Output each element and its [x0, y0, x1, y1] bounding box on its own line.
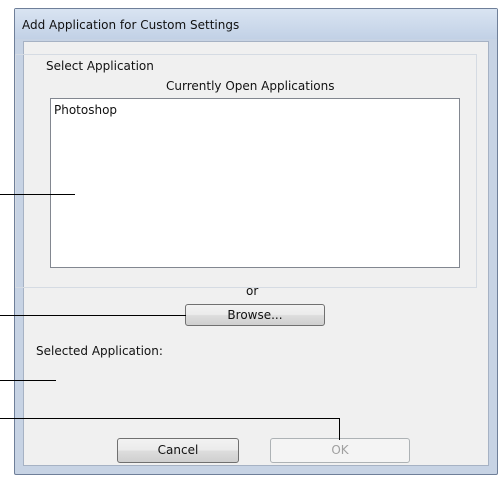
- callout-line-browse: [0, 315, 186, 316]
- select-application-label: Select Application: [46, 59, 154, 73]
- callout-line-ok-vertical: [339, 418, 340, 440]
- selected-application-label: Selected Application:: [36, 344, 163, 358]
- list-item[interactable]: Photoshop: [54, 103, 117, 117]
- currently-open-applications-label: Currently Open Applications: [166, 79, 335, 93]
- dialog-title: Add Application for Custom Settings: [22, 18, 240, 32]
- callout-line-selected: [0, 380, 56, 381]
- callout-line-ok: [0, 418, 340, 419]
- open-applications-list[interactable]: Photoshop: [50, 98, 460, 268]
- ok-button[interactable]: OK: [270, 438, 410, 463]
- dialog-title-bar[interactable]: Add Application for Custom Settings: [15, 9, 497, 39]
- cancel-button[interactable]: Cancel: [117, 438, 239, 463]
- browse-button[interactable]: Browse...: [185, 304, 325, 326]
- callout-line-list: [0, 194, 75, 195]
- screen: Add Application for Custom Settings Sele…: [0, 0, 501, 481]
- or-separator: or: [246, 284, 259, 298]
